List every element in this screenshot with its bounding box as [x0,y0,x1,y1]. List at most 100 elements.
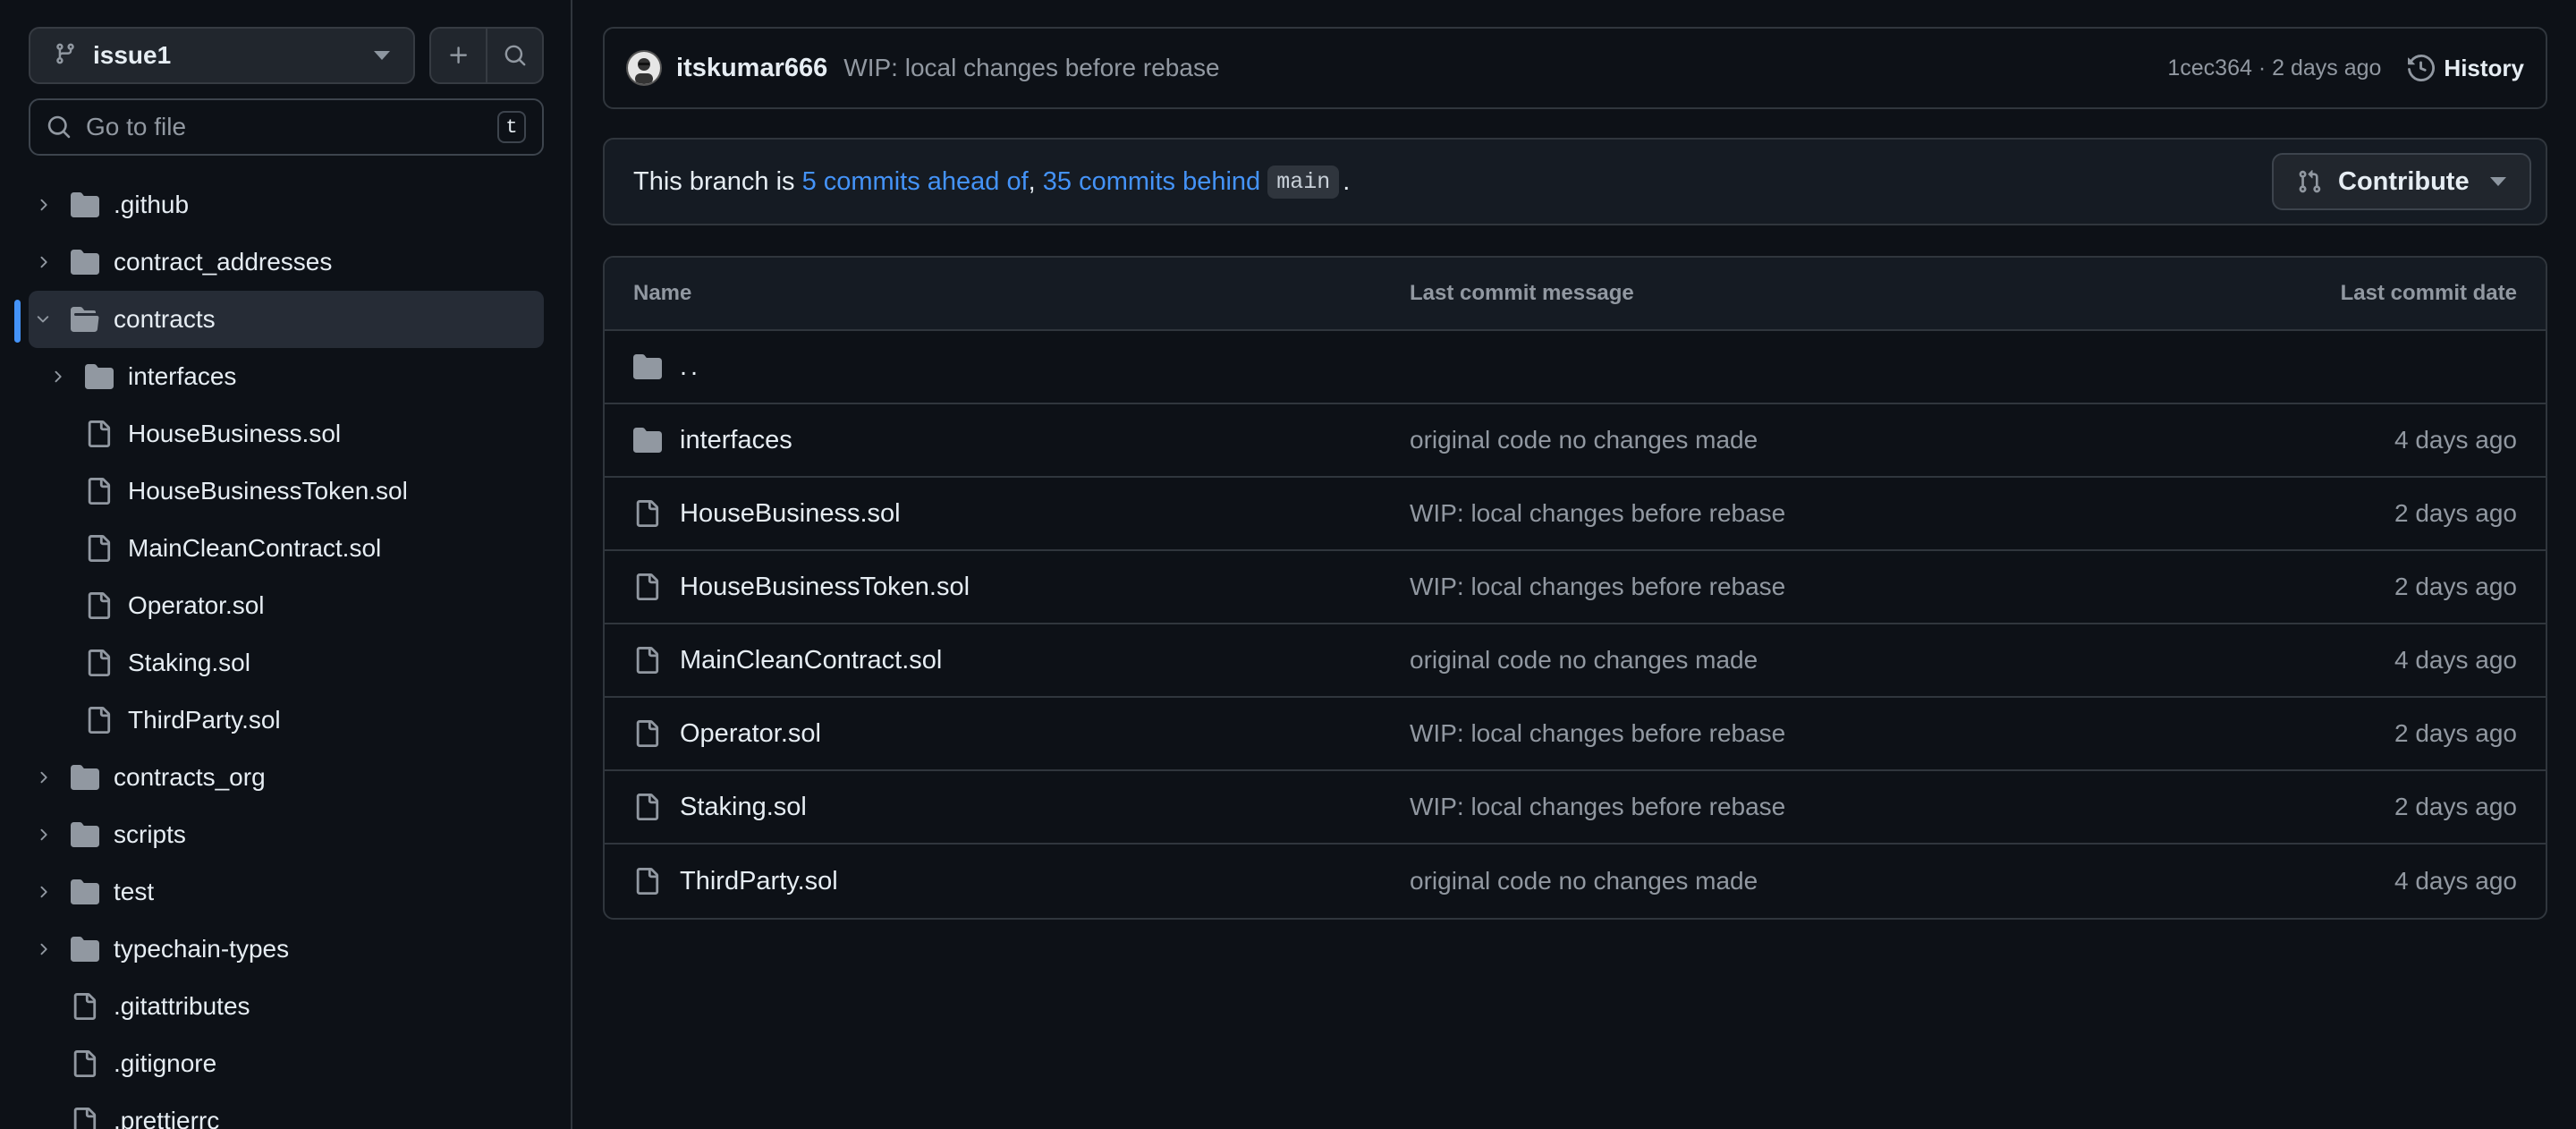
tree-file-item[interactable]: .prettierrc [0,1092,571,1129]
file-name-link[interactable]: Staking.sol [680,793,807,822]
tree-item-label: typechain-types [114,935,290,963]
commit-date: 2 days ago [2394,719,2517,747]
file-name-link[interactable]: HouseBusiness.sol [680,499,901,529]
parent-directory-link[interactable]: .. [680,352,701,382]
tree-actions [429,27,544,84]
folder-icon [633,352,662,381]
file-tree-sidebar: issue1 t .github contract_addressescontra… [0,0,572,1129]
table-row[interactable]: HouseBusiness.sol WIP: local changes befo… [605,478,2546,551]
tree-file-item[interactable]: MainCleanContract.sol [0,520,571,577]
tree-item-label: MainCleanContract.sol [128,534,382,562]
commits-ahead-link[interactable]: 5 commits ahead of [802,167,1029,197]
tree-file-item[interactable]: Staking.sol [0,634,571,692]
commit-date: 2 days ago [2394,499,2517,527]
table-row[interactable]: Staking.sol WIP: local changes before reb… [605,771,2546,845]
file-name-link[interactable]: ThirdParty.sol [680,867,838,896]
chevron-right-icon[interactable] [33,825,53,845]
file-name-link[interactable]: HouseBusinessToken.sol [680,573,970,602]
parent-directory-row[interactable]: .. [605,331,2546,404]
search-icon [47,115,71,139]
tree-item-label: test [114,878,155,905]
tree-item-label: contracts_org [114,763,266,791]
tree-item-label: Staking.sol [128,649,250,676]
tree-file-item[interactable]: ThirdParty.sol [0,692,571,749]
tree-item-label: scripts [114,820,186,848]
tree-file-item[interactable]: Operator.sol [0,577,571,634]
commit-sha-time[interactable]: 1cec364 · 2 days ago [2167,55,2381,81]
commit-message-link[interactable]: WIP: local changes before rebase [1410,499,1785,528]
chevron-down-icon[interactable] [33,310,53,329]
tree-file-item[interactable]: .gitignore [0,1035,571,1092]
branch-selector-button[interactable]: issue1 [29,27,415,84]
tree-item-label: .gitattributes [114,992,250,1020]
table-row[interactable]: ThirdParty.sol original code no changes m… [605,845,2546,918]
plus-icon [449,47,467,64]
tree-item-label: .github [114,191,190,218]
tree-item-label: interfaces [128,362,237,390]
latest-commit-bar: itskumar666 WIP: local changes before re… [603,27,2547,109]
commit-message[interactable]: WIP: local changes before rebase [843,54,1219,82]
base-branch-tag[interactable]: main [1267,165,1340,199]
tree-folder-item[interactable]: test [0,863,571,921]
go-to-file-field[interactable]: t [29,98,544,156]
chevron-right-icon[interactable] [33,252,53,272]
commit-message-link[interactable]: WIP: local changes before rebase [1410,573,1785,601]
file-icon [85,707,112,734]
table-row[interactable]: interfaces original code no changes made 4… [605,404,2546,478]
file-icon [71,993,97,1020]
tree-folder-item[interactable]: contract_addresses [0,233,571,291]
tree-folder-item[interactable]: contracts [29,291,544,348]
avatar[interactable] [626,50,662,86]
chevron-right-icon[interactable] [33,768,53,787]
commit-message-link[interactable]: original code no changes made [1410,426,1758,454]
git-branch-icon [54,42,77,70]
table-row[interactable]: HouseBusinessToken.sol WIP: local changes… [605,551,2546,624]
commit-message-link[interactable]: original code no changes made [1410,867,1758,896]
file-name-link[interactable]: Operator.sol [680,719,821,749]
history-button[interactable]: History [2408,55,2524,82]
go-to-file-input[interactable] [86,113,497,141]
keyboard-shortcut-hint: t [497,111,526,143]
tree-folder-item[interactable]: .github [0,176,571,233]
tree-file-item[interactable]: HouseBusinessToken.sol [0,463,571,520]
commits-behind-link[interactable]: 35 commits behind [1043,167,1260,197]
chevron-down-icon [374,51,390,60]
commit-message-link[interactable]: WIP: local changes before rebase [1410,793,1785,821]
chevron-right-icon[interactable] [47,367,67,386]
file-icon [85,649,112,676]
add-file-button[interactable] [431,29,486,82]
chevron-right-icon[interactable] [33,882,53,902]
table-row[interactable]: MainCleanContract.sol original code no ch… [605,624,2546,698]
commit-date: 4 days ago [2394,646,2517,674]
tree-item-label: .prettierrc [114,1107,220,1129]
commit-date: 2 days ago [2394,573,2517,600]
file-icon [633,647,660,674]
tree-file-item[interactable]: .gitattributes [0,978,571,1035]
branch-status-prefix: This branch is [633,166,802,196]
tree-folder-item[interactable]: contracts_org [0,749,571,806]
file-name-link[interactable]: MainCleanContract.sol [680,646,942,675]
branch-name: issue1 [93,41,172,69]
search-tree-button[interactable] [486,29,542,82]
folder-open-icon [71,305,99,334]
file-icon [85,478,112,505]
tree-folder-item[interactable]: scripts [0,806,571,863]
chevron-down-icon [2490,177,2506,186]
chevron-right-icon[interactable] [33,939,53,959]
tree-item-label: .gitignore [114,1049,217,1077]
file-icon [633,794,660,820]
tree-folder-item[interactable]: typechain-types [0,921,571,978]
chevron-right-icon[interactable] [33,195,53,215]
contribute-button[interactable]: Contribute [2272,153,2531,210]
tree-item-label: contract_addresses [114,248,333,276]
commit-author[interactable]: itskumar666 [676,54,827,83]
tree-folder-item[interactable]: interfaces [0,348,571,405]
commit-message-link[interactable]: original code no changes made [1410,646,1758,675]
tree-file-item[interactable]: HouseBusiness.sol [0,405,571,463]
table-row[interactable]: Operator.sol WIP: local changes before re… [605,698,2546,771]
file-name-link[interactable]: interfaces [680,426,792,455]
column-header-name: Name [633,281,692,305]
history-label: History [2444,54,2524,81]
contribute-label: Contribute [2338,166,2470,196]
commit-message-link[interactable]: WIP: local changes before rebase [1410,719,1785,748]
